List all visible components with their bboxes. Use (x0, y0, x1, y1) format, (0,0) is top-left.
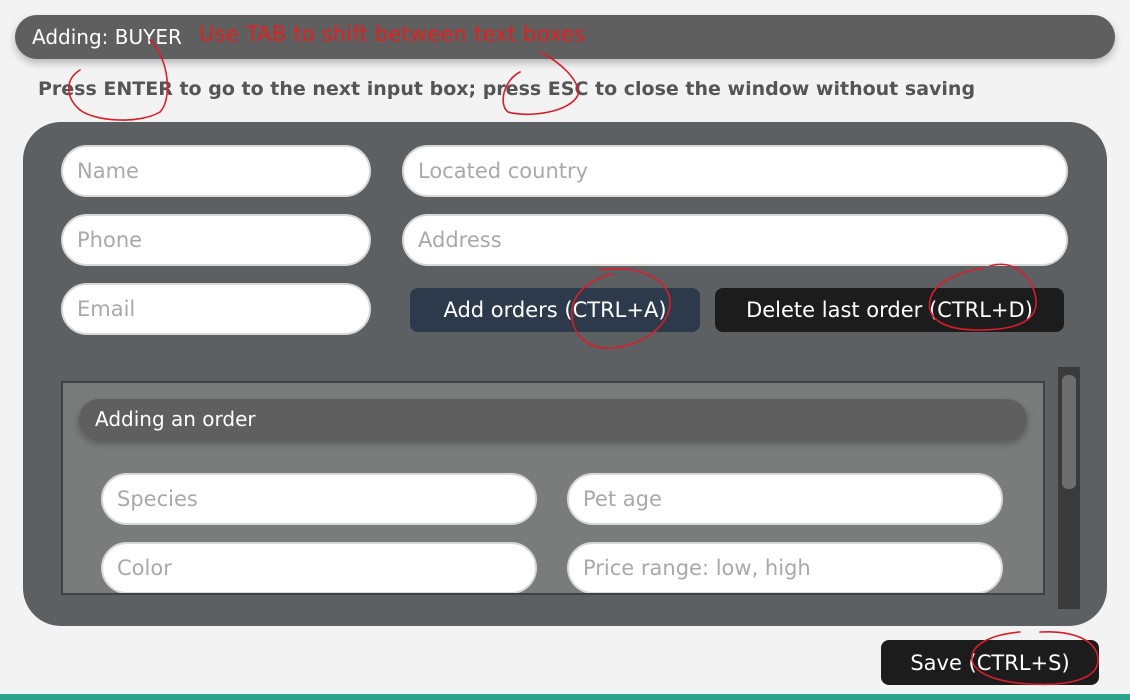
pet-age-field[interactable] (567, 473, 1003, 525)
color-field[interactable] (101, 542, 537, 593)
orders-scroll-area[interactable]: Adding an order (61, 381, 1045, 595)
window-title: Adding: BUYER (32, 25, 182, 49)
email-field[interactable] (61, 283, 371, 335)
phone-field[interactable] (61, 214, 371, 266)
save-button[interactable]: Save (CTRL+S) (881, 640, 1099, 685)
price-range-field[interactable] (567, 542, 1003, 593)
scrollbar-thumb[interactable] (1062, 375, 1076, 489)
species-field[interactable] (101, 473, 537, 525)
buyer-form-panel: Add orders (CTRL+A) Delete last order (C… (23, 122, 1107, 626)
order-title: Adding an order (95, 407, 256, 431)
window-bottom-accent (0, 694, 1130, 700)
address-field[interactable] (402, 214, 1068, 266)
country-field[interactable] (402, 145, 1068, 197)
orders-scrollbar[interactable] (1058, 367, 1080, 609)
tab-hint-annotation: Use TAB to shift between text boxes (199, 22, 586, 46)
add-orders-button[interactable]: Add orders (CTRL+A) (410, 288, 700, 332)
keyboard-instructions: Press ENTER to go to the next input box;… (38, 78, 976, 100)
name-field[interactable] (61, 145, 371, 197)
order-header: Adding an order (79, 399, 1027, 439)
delete-last-order-button[interactable]: Delete last order (CTRL+D) (715, 288, 1064, 332)
